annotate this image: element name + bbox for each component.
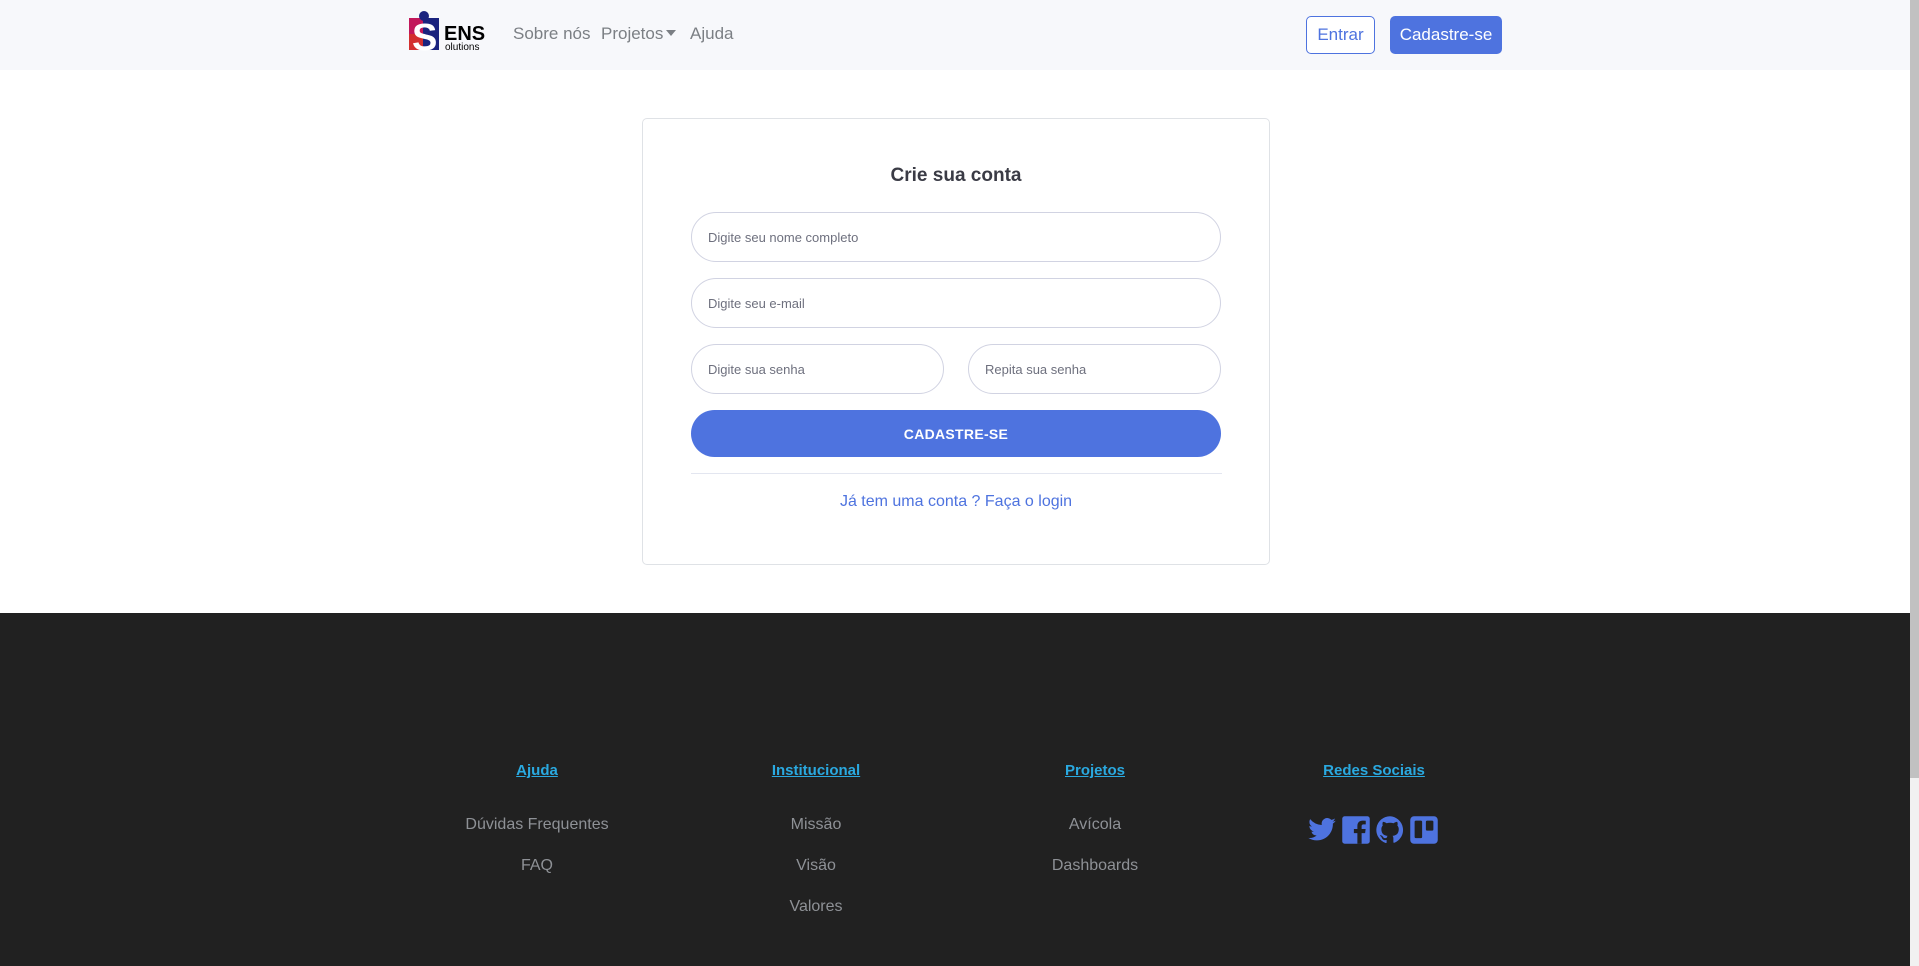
footer-link-duvidas[interactable]: Dúvidas Frequentes bbox=[437, 816, 637, 834]
footer: Ajuda Dúvidas Frequentes FAQ Institucion… bbox=[0, 613, 1910, 966]
footer-heading-projetos[interactable]: Projetos bbox=[995, 762, 1195, 779]
trello-icon[interactable] bbox=[1409, 815, 1439, 845]
footer-link-missao[interactable]: Missão bbox=[716, 816, 916, 834]
repeat-password-input[interactable]: Repita sua senha bbox=[968, 344, 1221, 394]
scrollbar-thumb[interactable] bbox=[1910, 0, 1919, 778]
footer-link-valores[interactable]: Valores bbox=[716, 898, 916, 916]
signup-submit-button[interactable]: CADASTRE-SE bbox=[691, 410, 1221, 457]
footer-heading-institucional[interactable]: Institucional bbox=[716, 762, 916, 779]
nav-link-ajuda[interactable]: Ajuda bbox=[690, 24, 733, 44]
nav-link-projetos[interactable]: Projetos bbox=[601, 24, 677, 44]
signup-nav-button[interactable]: Cadastre-se bbox=[1390, 16, 1502, 54]
footer-link-faq[interactable]: FAQ bbox=[437, 857, 637, 875]
footer-link-avicola[interactable]: Avícola bbox=[995, 816, 1195, 834]
login-button[interactable]: Entrar bbox=[1306, 16, 1375, 54]
email-input[interactable]: Digite seu e-mail bbox=[691, 278, 1221, 328]
form-title: Crie sua conta bbox=[890, 165, 1022, 186]
logo-letter: S bbox=[412, 17, 437, 58]
navbar: S ENS olutions Sobre nós Projetos Ajuda … bbox=[0, 0, 1910, 70]
logo-subtext: olutions bbox=[445, 42, 479, 53]
footer-heading-redes[interactable]: Redes Sociais bbox=[1274, 762, 1474, 779]
chevron-down-icon bbox=[666, 30, 677, 36]
divider bbox=[691, 473, 1222, 474]
nav-link-sobre[interactable]: Sobre nós bbox=[513, 24, 591, 44]
footer-link-dashboards[interactable]: Dashboards bbox=[995, 857, 1195, 875]
twitter-icon[interactable] bbox=[1307, 815, 1337, 845]
nav-link-projetos-label: Projetos bbox=[601, 24, 664, 43]
brand-logo[interactable]: S ENS olutions bbox=[408, 10, 492, 59]
footer-heading-ajuda[interactable]: Ajuda bbox=[437, 762, 637, 779]
facebook-icon[interactable] bbox=[1341, 815, 1371, 845]
login-link[interactable]: Já tem uma conta ? Faça o login bbox=[643, 493, 1269, 511]
password-input[interactable]: Digite sua senha bbox=[691, 344, 944, 394]
name-input[interactable]: Digite seu nome completo bbox=[691, 212, 1221, 262]
social-links bbox=[1307, 815, 1439, 845]
github-icon[interactable] bbox=[1375, 815, 1405, 845]
signup-card: Crie sua conta Digite seu nome completo … bbox=[642, 118, 1270, 565]
footer-link-visao[interactable]: Visão bbox=[716, 857, 916, 875]
